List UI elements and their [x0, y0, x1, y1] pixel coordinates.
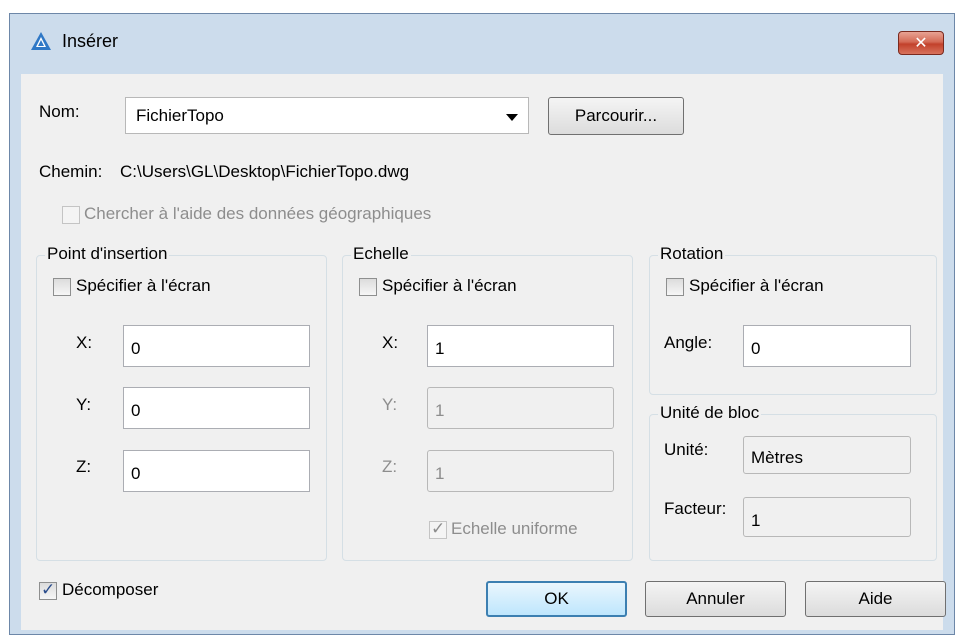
- rotation-specify-label: Spécifier à l'écran: [689, 276, 824, 295]
- block-name-value: FichierTopo: [136, 106, 224, 125]
- name-label: Nom:: [39, 102, 80, 121]
- rotation-title: Rotation: [658, 244, 726, 264]
- ok-button-label: OK: [544, 589, 569, 608]
- scale-specify-checkbox[interactable]: [359, 278, 377, 296]
- help-button[interactable]: Aide: [805, 581, 946, 617]
- block-name-combobox[interactable]: FichierTopo: [125, 97, 529, 134]
- block-unit-group: Unité de bloc Unité: Mètres Facteur: 1: [649, 403, 937, 561]
- scale-group: Echelle Spécifier à l'écran X: 1 Y: 1 Z:…: [342, 244, 633, 561]
- angle-value: 0: [751, 339, 761, 358]
- insertion-x-value: 0: [131, 339, 141, 358]
- scale-title: Echelle: [351, 244, 411, 264]
- ok-button[interactable]: OK: [486, 581, 627, 617]
- cancel-button-label: Annuler: [686, 589, 745, 608]
- explode-label: Décomposer: [62, 580, 159, 599]
- cancel-button[interactable]: Annuler: [645, 581, 786, 617]
- angle-field[interactable]: 0: [743, 325, 911, 367]
- title-bar: Insérer ✕: [10, 14, 954, 60]
- unit-label: Unité:: [664, 440, 709, 459]
- geo-data-checkbox[interactable]: [62, 206, 80, 224]
- insertion-x-field[interactable]: 0: [123, 325, 310, 367]
- scale-x-value: 1: [435, 339, 445, 358]
- angle-label: Angle:: [664, 333, 713, 352]
- path-value: C:\Users\GL\Desktop\FichierTopo.dwg: [120, 162, 410, 181]
- rotation-specify-checkbox[interactable]: [666, 278, 684, 296]
- insertion-z-field[interactable]: 0: [123, 450, 310, 492]
- insertion-z-value: 0: [131, 464, 141, 483]
- insertion-point-group: Point d'insertion Spécifier à l'écran X:…: [36, 244, 327, 561]
- close-button[interactable]: ✕: [898, 31, 944, 55]
- geo-data-label: Chercher à l'aide des données géographiq…: [84, 204, 432, 223]
- factor-field: 1: [743, 497, 911, 537]
- scale-specify-label: Spécifier à l'écran: [382, 276, 517, 295]
- uniform-scale-label: Echelle uniforme: [451, 519, 578, 538]
- autocad-app-icon: [31, 32, 51, 50]
- dialog-client-area: Nom: FichierTopo Parcourir... Chemin: C:…: [21, 74, 946, 630]
- unit-value: Mètres: [751, 448, 803, 467]
- scale-z-field: 1: [427, 450, 614, 492]
- factor-label: Facteur:: [664, 499, 727, 518]
- browse-button[interactable]: Parcourir...: [548, 97, 684, 135]
- browse-button-label: Parcourir...: [574, 106, 658, 125]
- factor-value: 1: [751, 511, 761, 530]
- insertion-point-title: Point d'insertion: [45, 244, 170, 264]
- block-unit-title: Unité de bloc: [658, 403, 762, 423]
- explode-checkbox[interactable]: ✓: [39, 580, 57, 600]
- insertion-x-label: X:: [76, 333, 93, 352]
- insertion-specify-label: Spécifier à l'écran: [76, 276, 211, 295]
- close-icon: ✕: [914, 33, 928, 52]
- checkmark-icon: ✓: [431, 519, 446, 539]
- rotation-group: Rotation Spécifier à l'écran Angle: 0: [649, 244, 937, 395]
- insert-dialog-window: Insérer ✕ Nom: FichierTopo Parcourir... …: [9, 13, 955, 635]
- scale-y-label: Y:: [382, 395, 398, 414]
- insertion-specify-checkbox[interactable]: [53, 278, 71, 296]
- insertion-y-field[interactable]: 0: [123, 387, 310, 429]
- path-label: Chemin:: [39, 162, 103, 181]
- uniform-scale-checkbox: ✓: [429, 519, 447, 539]
- scale-y-field: 1: [427, 387, 614, 429]
- insertion-y-value: 0: [131, 401, 141, 420]
- scale-x-field[interactable]: 1: [427, 325, 614, 367]
- checkmark-icon: ✓: [41, 580, 56, 600]
- help-button-label: Aide: [858, 589, 893, 608]
- insertion-y-label: Y:: [76, 395, 92, 414]
- scale-z-label: Z:: [382, 457, 398, 476]
- scale-x-label: X:: [382, 333, 399, 352]
- window-title: Insérer: [62, 31, 119, 51]
- scale-y-value: 1: [435, 401, 445, 420]
- chevron-down-icon[interactable]: [506, 114, 518, 121]
- insertion-z-label: Z:: [76, 457, 92, 476]
- scale-z-value: 1: [435, 464, 445, 483]
- unit-field: Mètres: [743, 436, 911, 474]
